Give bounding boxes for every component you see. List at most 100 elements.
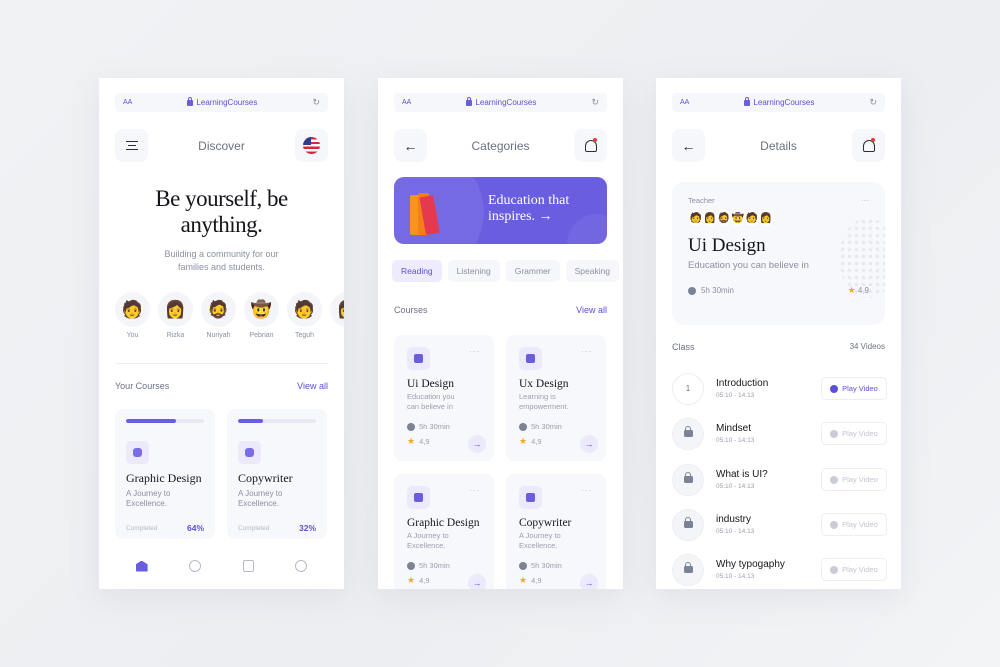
text-size-button[interactable]: AA xyxy=(680,99,689,106)
reload-icon[interactable]: ↻ xyxy=(591,97,599,108)
chip-grammer[interactable]: Grammer xyxy=(505,260,560,282)
more-icon[interactable]: ··· xyxy=(469,347,480,356)
clock-icon xyxy=(688,286,696,295)
ghost-icon xyxy=(407,486,430,509)
clock-icon xyxy=(519,561,527,570)
notifications-button[interactable] xyxy=(574,129,607,162)
open-course-button[interactable]: → xyxy=(468,435,486,453)
course-card[interactable]: ··· Ux Design Learning is empowerment. 5h… xyxy=(506,335,606,461)
locked-badge xyxy=(672,417,704,450)
course-card[interactable]: ··· Copywriter A Journey to Excellence. 5… xyxy=(506,474,606,589)
avatar: 🧔 xyxy=(201,292,236,327)
locked-badge xyxy=(672,463,704,496)
more-icon[interactable]: ··· xyxy=(581,347,592,356)
notification-dot xyxy=(871,138,875,142)
play-icon xyxy=(830,565,839,574)
details-screen: AA LearningCourses ↻ ← Details Teacher ·… xyxy=(656,78,901,589)
course-card[interactable]: ··· Graphic Design A Journey to Excellenc… xyxy=(394,474,494,589)
play-video-button[interactable]: Play Video xyxy=(821,422,887,445)
play-video-button[interactable]: Play Video xyxy=(821,513,887,536)
text-size-button[interactable]: AA xyxy=(123,99,132,106)
locked-badge xyxy=(672,508,704,541)
pie-icon xyxy=(519,347,542,370)
reload-icon[interactable]: ↻ xyxy=(312,97,320,108)
teacher-avatars: 🧑 👩 🧔 🤠 🧑 👩 xyxy=(688,210,869,226)
progress-bar xyxy=(126,419,204,423)
play-video-button[interactable]: Play Video xyxy=(821,558,887,581)
ghost-icon xyxy=(126,441,149,464)
progress-bar xyxy=(238,419,316,423)
url-text: LearningCourses xyxy=(196,98,258,107)
more-icon[interactable]: ··· xyxy=(861,196,869,205)
course-card[interactable]: ··· Ui Design Education you can believe i… xyxy=(394,335,494,461)
avatar: 🧑 xyxy=(287,292,322,327)
person-item[interactable]: 🧑 You xyxy=(115,292,150,339)
lesson-item[interactable]: What is UI? 05:10 - 14:13 Play Video xyxy=(672,463,887,496)
tab-profile[interactable] xyxy=(293,558,309,574)
person-item[interactable]: 👩 Rizka xyxy=(158,292,193,339)
lesson-item[interactable]: 1 Introduction 05:10 - 14:13 Play Video xyxy=(672,372,887,405)
text-size-button[interactable]: AA xyxy=(402,99,411,106)
more-icon[interactable]: ··· xyxy=(581,486,592,495)
play-video-button[interactable]: Play Video xyxy=(821,468,887,491)
lesson-item[interactable]: Mindset 05:10 - 14:13 Play Video xyxy=(672,417,887,450)
tab-search[interactable] xyxy=(187,558,203,574)
layout-icon xyxy=(407,347,430,370)
book-icon xyxy=(238,441,261,464)
course-card[interactable]: Graphic Design A Journey to Excellence. C… xyxy=(115,409,215,539)
back-button[interactable]: ← xyxy=(394,129,427,162)
books-icon xyxy=(410,185,450,235)
calendar-icon xyxy=(242,560,254,572)
person-item[interactable]: 🤠 Pebrian xyxy=(244,292,279,339)
browser-url-bar[interactable]: AA LearningCourses ↻ xyxy=(672,93,885,112)
play-icon xyxy=(830,384,839,393)
notifications-button[interactable] xyxy=(852,129,885,162)
view-all-link[interactable]: View all xyxy=(297,381,328,391)
tab-calendar[interactable] xyxy=(240,558,256,574)
home-icon xyxy=(135,560,148,572)
more-icon[interactable]: ··· xyxy=(469,486,480,495)
view-all-link[interactable]: View all xyxy=(576,305,607,315)
lock-icon xyxy=(683,472,693,483)
person-item[interactable]: 🧔 Nuriyah xyxy=(201,292,236,339)
lesson-item[interactable]: industry 05:10 - 14:13 Play Video xyxy=(672,508,887,541)
progress-percent: 32% xyxy=(298,523,316,533)
course-detail-card: Teacher ··· 🧑 👩 🧔 🤠 🧑 👩 Ui Design Educat… xyxy=(672,182,885,325)
menu-button[interactable] xyxy=(115,129,148,162)
clock-icon xyxy=(519,422,527,431)
lock-icon xyxy=(683,426,693,437)
star-icon: ★ xyxy=(519,436,528,446)
back-button[interactable]: ← xyxy=(672,129,705,162)
avatar[interactable]: 👩 xyxy=(758,210,774,226)
categories-screen: AA LearningCourses ↻ ← Categories Educat… xyxy=(378,78,623,589)
chip-listening[interactable]: Listening xyxy=(447,260,500,282)
browser-url-bar[interactable]: AA LearningCourses ↻ xyxy=(394,93,607,112)
open-course-button[interactable]: → xyxy=(580,435,598,453)
us-flag-icon xyxy=(303,137,320,154)
person-item[interactable]: 🧑 Teguh xyxy=(287,292,322,339)
play-icon xyxy=(830,475,839,484)
tab-home[interactable] xyxy=(134,558,150,574)
promo-banner[interactable]: Education that inspires. → xyxy=(394,177,607,244)
lock-icon xyxy=(744,96,751,106)
reload-icon[interactable]: ↻ xyxy=(869,97,877,108)
language-button[interactable] xyxy=(295,129,328,162)
lock-icon xyxy=(187,96,194,106)
open-course-button[interactable]: → xyxy=(468,574,486,589)
page-title: Categories xyxy=(471,138,530,153)
browser-url-bar[interactable]: AA LearningCourses ↻ xyxy=(115,93,328,112)
locked-badge xyxy=(672,553,704,586)
url-text: LearningCourses xyxy=(475,98,537,107)
chip-speaking[interactable]: Speaking xyxy=(565,260,620,282)
divider xyxy=(115,363,328,364)
lesson-item[interactable]: Why typogaphy 05:10 - 14:13 Play Video xyxy=(672,553,887,586)
user-icon xyxy=(295,560,308,572)
play-video-button[interactable]: Play Video xyxy=(821,377,887,400)
hero-subtitle: Building a community for our families and… xyxy=(164,249,279,272)
course-card[interactable]: Copywriter A Journey to Excellence. Compl… xyxy=(227,409,327,539)
hamburger-icon xyxy=(125,141,138,150)
people-list: 🧑You 👩Rizka 🧔Nuriyah 🤠Pebrian 🧑Teguh 👩R xyxy=(115,292,344,339)
open-course-button[interactable]: → xyxy=(580,574,598,589)
person-item[interactable]: 👩R xyxy=(330,292,344,339)
chip-reading[interactable]: Reading xyxy=(392,260,442,282)
